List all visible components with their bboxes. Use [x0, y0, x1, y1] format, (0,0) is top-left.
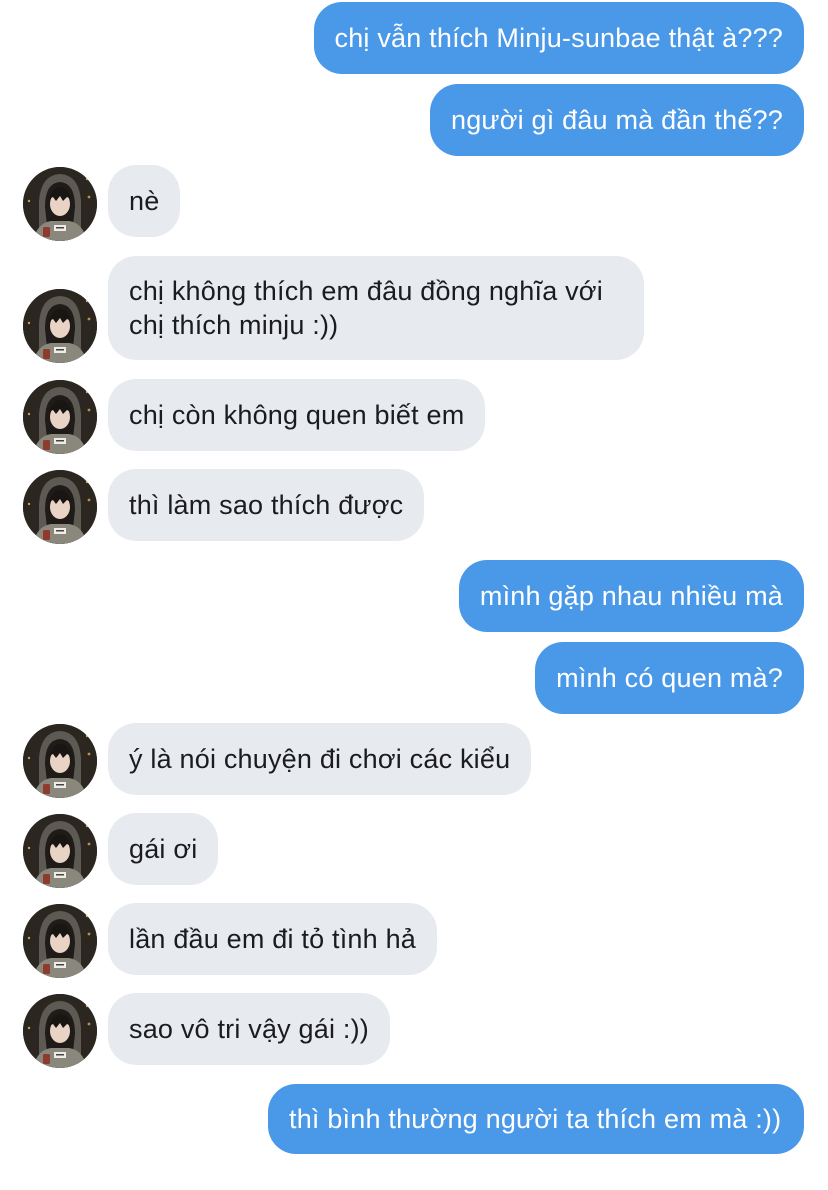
contact-avatar[interactable]	[23, 994, 97, 1068]
received-message-bubble[interactable]: lần đầu em đi tỏ tình hả	[108, 903, 437, 975]
message-text: mình có quen mà?	[556, 663, 783, 693]
sent-message-bubble[interactable]: người gì đâu mà đần thế??	[429, 84, 804, 156]
message-text: nè	[129, 186, 160, 216]
contact-avatar[interactable]	[23, 167, 97, 241]
sent-message-bubble[interactable]: mình gặp nhau nhiều mà	[458, 560, 804, 632]
received-message-bubble[interactable]: chị còn không quen biết em	[108, 379, 486, 451]
message-text: chị còn không quen biết em	[129, 400, 465, 430]
message-text: thì bình thường người ta thích em mà :))	[289, 1104, 782, 1134]
message-text: chị không thích em đâu đồng nghĩa với ch…	[129, 276, 603, 340]
received-message-bubble[interactable]: nè	[108, 165, 181, 237]
sent-message-bubble[interactable]: thì bình thường người ta thích em mà :))	[268, 1084, 804, 1154]
message-text: ý là nói chuyện đi chơi các kiểu	[129, 744, 511, 774]
message-text: lần đầu em đi tỏ tình hả	[129, 924, 416, 954]
received-message-bubble[interactable]: ý là nói chuyện đi chơi các kiểu	[108, 723, 532, 795]
contact-avatar[interactable]	[23, 904, 97, 978]
message-text: người gì đâu mà đần thế??	[450, 105, 783, 135]
message-text: chị vẫn thích Minju-sunbae thật à???	[334, 23, 783, 53]
received-message-bubble[interactable]: thì làm sao thích được	[108, 469, 425, 541]
received-message-bubble[interactable]: gái ơi	[108, 813, 219, 885]
avatar-photo-icon	[23, 994, 97, 1068]
message-text: mình gặp nhau nhiều mà	[479, 581, 783, 611]
avatar-photo-icon	[23, 380, 97, 454]
contact-avatar[interactable]	[23, 470, 97, 544]
avatar-photo-icon	[23, 814, 97, 888]
avatar-photo-icon	[23, 289, 97, 363]
avatar-photo-icon	[23, 904, 97, 978]
avatar-photo-icon	[23, 470, 97, 544]
chat-thread: chị vẫn thích Minju-sunbae thật à??? ngư…	[0, 0, 828, 1190]
contact-avatar[interactable]	[23, 724, 97, 798]
contact-avatar[interactable]	[23, 380, 97, 454]
contact-avatar[interactable]	[23, 814, 97, 888]
received-message-bubble[interactable]: sao vô tri vậy gái :))	[108, 993, 390, 1065]
sent-message-bubble[interactable]: mình có quen mà?	[535, 642, 804, 714]
sent-message-bubble[interactable]: chị vẫn thích Minju-sunbae thật à???	[313, 2, 804, 74]
contact-avatar[interactable]	[23, 289, 97, 363]
received-message-bubble[interactable]: chị không thích em đâu đồng nghĩa với ch…	[108, 256, 644, 360]
avatar-photo-icon	[23, 724, 97, 798]
message-text: thì làm sao thích được	[129, 490, 404, 520]
avatar-photo-icon	[23, 167, 97, 241]
message-text: gái ơi	[129, 834, 198, 864]
message-text: sao vô tri vậy gái :))	[129, 1014, 369, 1044]
